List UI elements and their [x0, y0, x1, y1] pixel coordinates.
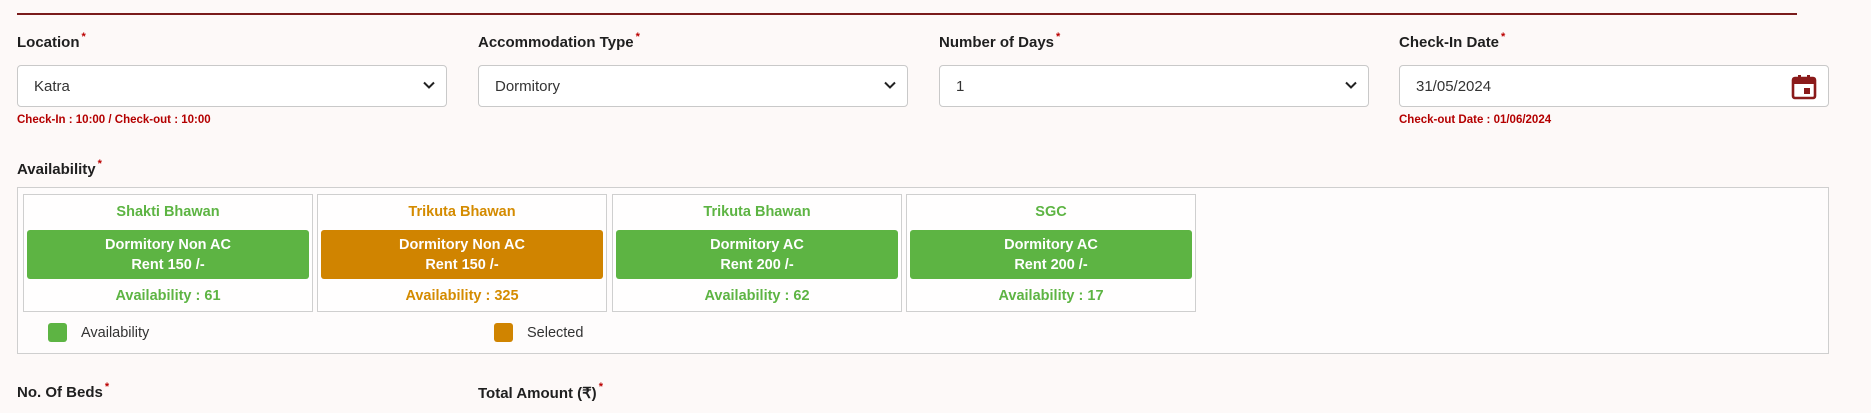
room-option[interactable]: Dormitory Non AC Rent 150 /- [27, 230, 309, 279]
room-option[interactable]: Dormitory Non AC Rent 150 /- [321, 230, 603, 279]
location-field: Location * Katra Check-In : 10:00 / Check… [17, 31, 447, 126]
beds-label: No. Of Beds [17, 384, 103, 401]
available-swatch [48, 323, 67, 342]
checkout-date-note: Check-out Date : 01/06/2024 [1399, 114, 1552, 126]
availability-card[interactable]: Trikuta Bhawan Dormitory AC Rent 200 /- … [612, 194, 902, 312]
days-value: 1 [956, 77, 965, 95]
availability-count: Availability : 17 [998, 288, 1104, 304]
required-marker: * [104, 381, 110, 393]
required-marker: * [598, 381, 603, 393]
legend-selected-label: Selected [527, 324, 584, 341]
days-select[interactable]: 1 [939, 65, 1369, 107]
room-rent: Rent 150 /- [425, 256, 499, 273]
required-marker: * [1501, 31, 1506, 43]
required-marker: * [97, 158, 102, 170]
room-rent: Rent 150 /- [131, 256, 205, 273]
required-marker: * [635, 31, 640, 43]
total-amount-label: Total Amount (₹) [478, 385, 597, 402]
checkin-value: 31/05/2024 [1416, 77, 1492, 95]
legend-available: Availability [48, 323, 149, 342]
days-field: Number of Days * 1 [939, 31, 1369, 107]
location-label: Location [17, 34, 80, 51]
bhawan-name: Shakti Bhawan [116, 204, 220, 220]
availability-card[interactable]: SGC Dormitory AC Rent 200 /- Availabilit… [906, 194, 1196, 312]
availability-count: Availability : 325 [405, 288, 519, 304]
bhawan-name: Trikuta Bhawan [408, 204, 516, 220]
required-marker: * [81, 31, 86, 43]
availability-card-selected[interactable]: Trikuta Bhawan Dormitory Non AC Rent 150… [317, 194, 607, 312]
checkin-label: Check-In Date [1399, 34, 1500, 51]
availability-label-wrap: Availability * [17, 158, 102, 181]
checkin-field: Check-In Date * 31/05/2024 Check-out Date… [1399, 31, 1829, 126]
room-type: Dormitory Non AC [399, 236, 525, 253]
amount-label-wrap: Total Amount (₹) * [478, 381, 603, 404]
location-label-wrap: Location * [17, 31, 447, 54]
chevron-down-icon [884, 81, 896, 89]
calendar-icon[interactable] [1791, 74, 1817, 100]
beds-label-wrap: No. Of Beds * [17, 381, 110, 404]
room-type: Dormitory AC [1004, 236, 1098, 253]
legend-available-label: Availability [81, 324, 150, 341]
accommodation-label-wrap: Accommodation Type * [478, 31, 908, 54]
accommodation-label: Accommodation Type [478, 34, 634, 51]
room-type: Dormitory Non AC [105, 236, 231, 253]
room-option[interactable]: Dormitory AC Rent 200 /- [910, 230, 1192, 279]
checkin-date-input[interactable]: 31/05/2024 [1399, 65, 1829, 107]
accommodation-value: Dormitory [495, 77, 561, 95]
location-select[interactable]: Katra [17, 65, 447, 107]
days-label: Number of Days [939, 34, 1055, 51]
room-option[interactable]: Dormitory AC Rent 200 /- [616, 230, 898, 279]
room-rent: Rent 200 /- [720, 256, 794, 273]
availability-count: Availability : 61 [115, 288, 221, 304]
check-times-note: Check-In : 10:00 / Check-out : 10:00 [17, 114, 211, 126]
section-divider [17, 13, 1797, 15]
legend-selected: Selected [494, 323, 583, 342]
chevron-down-icon [1345, 81, 1357, 89]
availability-label: Availability [17, 161, 96, 178]
chevron-down-icon [423, 81, 435, 89]
bhawan-name: Trikuta Bhawan [703, 204, 811, 220]
location-value: Katra [34, 77, 70, 95]
accommodation-field: Accommodation Type * Dormitory [478, 31, 908, 107]
required-marker: * [1056, 31, 1061, 43]
availability-panel: Shakti Bhawan Dormitory Non AC Rent 150 … [17, 187, 1829, 354]
room-type: Dormitory AC [710, 236, 804, 253]
selected-swatch [494, 323, 513, 342]
room-rent: Rent 200 /- [1014, 256, 1088, 273]
accommodation-select[interactable]: Dormitory [478, 65, 908, 107]
days-label-wrap: Number of Days * [939, 31, 1369, 54]
checkin-label-wrap: Check-In Date * [1399, 31, 1829, 54]
bhawan-name: SGC [1035, 204, 1067, 220]
availability-card[interactable]: Shakti Bhawan Dormitory Non AC Rent 150 … [23, 194, 313, 312]
availability-count: Availability : 62 [704, 288, 810, 304]
